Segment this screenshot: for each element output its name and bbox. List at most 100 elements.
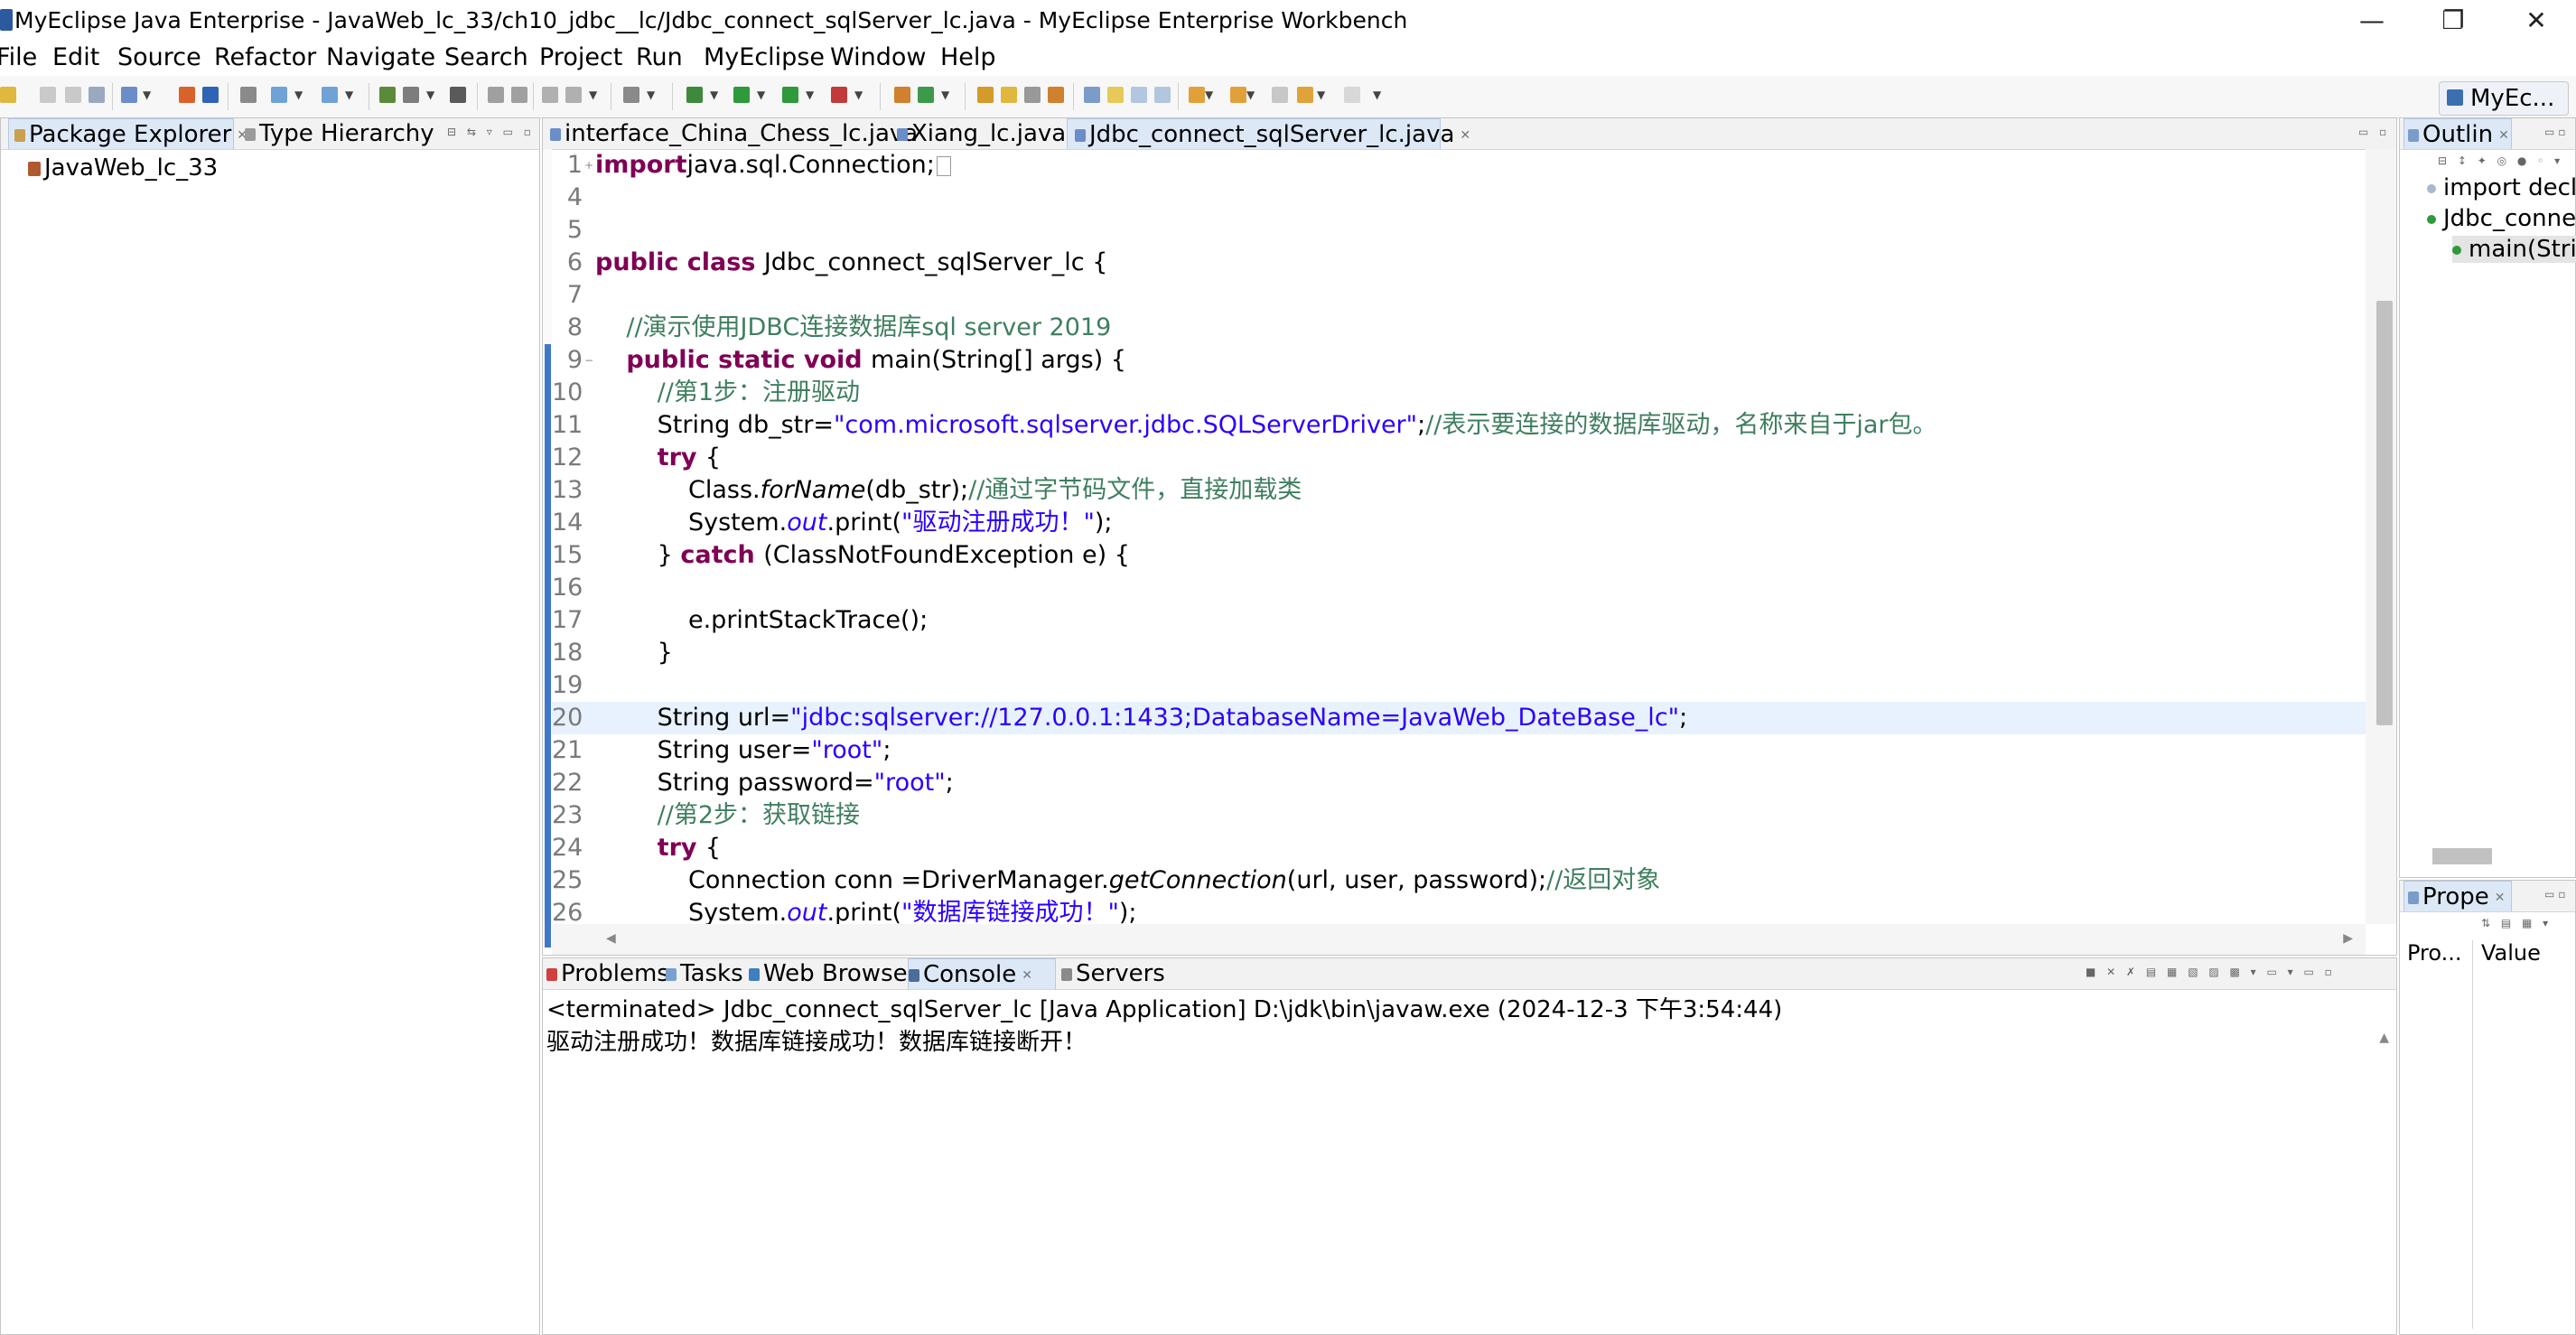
prev-annotation-icon[interactable] — [1230, 87, 1246, 103]
highlight-icon[interactable] — [1107, 87, 1124, 103]
annotation-icon[interactable] — [1084, 87, 1100, 103]
menu-navigate[interactable]: Navigate — [326, 43, 435, 71]
coverage-icon[interactable] — [782, 87, 798, 103]
terminal-icon[interactable] — [450, 87, 466, 103]
forward-icon[interactable] — [1344, 87, 1360, 103]
editor-view-controls[interactable]: ▭ ▫ — [2358, 126, 2390, 138]
close-icon[interactable]: ✕ — [2498, 120, 2509, 151]
code-area[interactable]: 1 + importjava.sql.Connection; 4 5 6 public cl… — [552, 149, 2366, 924]
task-icon[interactable] — [202, 87, 219, 103]
chevron-down-icon[interactable]: ▼ — [589, 89, 597, 101]
restore-button[interactable]: ❐ — [2413, 0, 2493, 40]
tab-interface-china-chess[interactable]: interface_China_Chess_lc.java — [550, 118, 918, 149]
block-selection-icon[interactable] — [1131, 87, 1147, 103]
refresh-icon[interactable] — [488, 87, 504, 103]
menu-help[interactable]: Help — [940, 43, 996, 71]
menu-source[interactable]: Source — [117, 43, 201, 71]
perspective-switcher[interactable]: MyEc... — [2439, 81, 2569, 116]
code-line[interactable]: 4 — [552, 182, 2366, 214]
code-line[interactable]: 22 String password="root"; — [552, 767, 2366, 799]
show-whitespace-icon[interactable] — [1154, 87, 1171, 103]
save-icon[interactable] — [40, 87, 56, 103]
menu-run[interactable]: Run — [636, 43, 683, 71]
outline-toolbar[interactable]: ⊟ ↕ ✦ ◎ ● ◦ ▾ — [2438, 154, 2563, 167]
code-line[interactable]: 20 String url="jdbc:sqlserver://127.0.0.… — [552, 702, 2366, 734]
scroll-thumb[interactable] — [2376, 301, 2393, 725]
tab-properties[interactable]: Prope ✕ — [2403, 881, 2512, 911]
tab-outline[interactable]: Outlin ✕ — [2403, 118, 2512, 149]
menu-project[interactable]: Project — [539, 43, 622, 71]
new-icon[interactable] — [0, 87, 16, 103]
new-class-icon[interactable] — [918, 87, 934, 103]
tab-package-explorer[interactable]: Package Explorer ✕ — [8, 118, 247, 149]
code-line[interactable]: 17 e.printStackTrace(); — [552, 604, 2366, 637]
menu-edit[interactable]: Edit — [52, 43, 99, 71]
code-line[interactable]: 25 Connection conn =DriverManager.getCon… — [552, 864, 2366, 897]
close-icon[interactable]: ✕ — [2495, 882, 2506, 913]
tab-tasks[interactable]: Tasks — [666, 958, 747, 989]
code-line[interactable]: 5 — [552, 214, 2366, 247]
next-annotation-icon[interactable] — [1189, 87, 1205, 103]
collapse-icon[interactable]: − — [584, 344, 593, 377]
server-icon[interactable] — [322, 87, 338, 103]
outline-view-controls[interactable]: ▭▫ — [2544, 126, 2569, 138]
expand-icon[interactable]: + — [584, 149, 593, 182]
outline-hscroll-thumb[interactable] — [2432, 848, 2492, 864]
code-line[interactable]: 6 public class Jdbc_connect_sqlServer_lc … — [552, 247, 2366, 279]
code-line[interactable]: 18 } — [552, 637, 2366, 669]
chevron-down-icon[interactable]: ▼ — [647, 89, 655, 101]
wand-icon[interactable] — [565, 87, 582, 103]
menu-search[interactable]: Search — [444, 43, 528, 71]
minimize-button[interactable]: — — [2332, 0, 2412, 40]
new-server-icon[interactable] — [379, 87, 396, 103]
code-line[interactable]: 1 + importjava.sql.Connection; — [552, 149, 2366, 182]
code-line[interactable]: 7 — [552, 279, 2366, 312]
code-line[interactable]: 23 //第2步：获取链接 — [552, 799, 2366, 832]
menu-refactor[interactable]: Refactor — [214, 43, 316, 71]
scroll-up-icon[interactable]: ▲ — [2379, 1031, 2389, 1045]
vertical-scrollbar[interactable] — [2366, 149, 2396, 924]
calculator-icon[interactable] — [240, 87, 257, 103]
code-line[interactable]: 15 } catch (ClassNotFoundException e) { — [552, 539, 2366, 572]
code-line[interactable]: 10 //第1步：注册驱动 — [552, 377, 2366, 409]
open-type-icon[interactable] — [121, 87, 137, 103]
tab-jdbc-connect[interactable]: Jdbc_connect_sqlServer_lc.java ✕ — [1067, 118, 1470, 149]
chevron-down-icon[interactable]: ▼ — [345, 89, 353, 101]
close-icon[interactable]: ✕ — [1460, 120, 1470, 151]
new-java-project-icon[interactable] — [894, 87, 910, 103]
menu-window[interactable]: Window — [830, 43, 926, 71]
code-line[interactable]: 11 String db_str="com.microsoft.sqlserve… — [552, 409, 2366, 442]
chevron-down-icon[interactable]: ▼ — [941, 89, 949, 101]
deploy-icon[interactable] — [271, 87, 287, 103]
tab-console[interactable]: Console ✕ — [908, 958, 1056, 989]
properties-view-controls[interactable]: ▭▫ — [2544, 888, 2569, 901]
sync-icon[interactable] — [511, 87, 527, 103]
tab-type-hierarchy[interactable]: Type Hierarchy — [245, 118, 434, 149]
view-controls[interactable]: ⊟ ⇆ ▿ ▭ ▫ — [447, 126, 535, 138]
outline-item-main[interactable]: main(Strin — [2452, 236, 2576, 263]
chevron-down-icon[interactable]: ▼ — [1373, 89, 1381, 101]
code-line[interactable]: 8 //演示使用JDBC连接数据库sql server 2019 — [552, 312, 2366, 344]
chevron-down-icon[interactable]: ▼ — [1317, 89, 1325, 101]
code-line[interactable]: 9− public static void main(String[] args… — [552, 344, 2366, 377]
code-line[interactable]: 19 — [552, 669, 2366, 702]
menu-file[interactable]: File — [0, 43, 37, 71]
code-line[interactable]: 12 try { — [552, 442, 2366, 474]
chevron-down-icon[interactable]: ▼ — [143, 89, 151, 101]
tree-item-project[interactable]: JavaWeb_lc_33 — [28, 154, 218, 182]
outline-item-imports[interactable]: import decla — [2427, 174, 2576, 201]
tab-xiang[interactable]: Xiang_lc.java — [897, 118, 1078, 149]
code-line[interactable]: 24 try { — [552, 832, 2366, 864]
image-icon[interactable] — [623, 87, 639, 103]
code-line[interactable]: 14 System.out.print("驱动注册成功！"); — [552, 507, 2366, 539]
chevron-down-icon[interactable]: ▼ — [1205, 89, 1213, 101]
code-line[interactable]: 26 System.out.print("数据库链接成功！"); — [552, 897, 2366, 924]
open-task-icon[interactable] — [1048, 87, 1064, 103]
tab-problems[interactable]: Problems — [546, 958, 669, 989]
chevron-down-icon[interactable]: ▼ — [1246, 89, 1255, 101]
close-button[interactable]: ✕ — [2497, 0, 2576, 40]
run-icon[interactable] — [733, 87, 750, 103]
tab-servers[interactable]: Servers — [1054, 958, 1215, 989]
print-icon[interactable] — [89, 87, 105, 103]
pen-icon[interactable] — [1001, 87, 1017, 103]
